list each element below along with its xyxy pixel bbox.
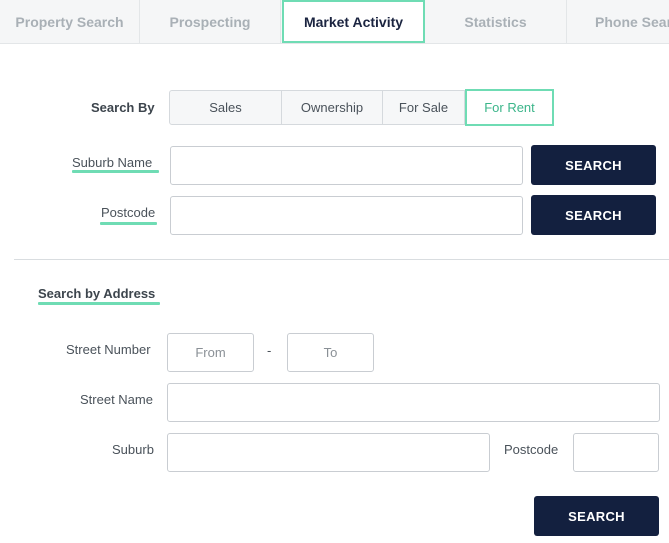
section-divider xyxy=(14,259,669,260)
address-postcode-input[interactable] xyxy=(573,433,659,472)
street-name-input[interactable] xyxy=(167,383,660,422)
suburb-name-label: Suburb Name xyxy=(72,155,153,170)
street-name-label: Street Name xyxy=(80,392,153,407)
segment-ownership[interactable]: Ownership xyxy=(282,91,383,124)
address-search-button[interactable]: SEARCH xyxy=(534,496,659,536)
address-heading-underline xyxy=(38,302,160,305)
postcode-underline xyxy=(100,222,157,225)
segment-for-sale[interactable]: For Sale xyxy=(383,91,465,124)
suburb-label: Suburb xyxy=(112,442,154,457)
address-section-heading: Search by Address xyxy=(38,286,156,301)
segment-sales[interactable]: Sales xyxy=(170,91,282,124)
segment-for-rent[interactable]: For Rent xyxy=(465,89,554,126)
search-by-label: Search By xyxy=(91,100,155,115)
tab-property-search[interactable]: Property Search xyxy=(0,0,140,44)
postcode-search-button[interactable]: SEARCH xyxy=(531,195,656,235)
tab-phone-search[interactable]: Phone Search xyxy=(567,0,669,44)
street-number-label: Street Number xyxy=(66,342,151,357)
tab-statistics[interactable]: Statistics xyxy=(425,0,567,44)
street-number-to-input[interactable] xyxy=(287,333,374,372)
address-postcode-label: Postcode xyxy=(504,442,559,457)
suburb-search-button[interactable]: SEARCH xyxy=(531,145,656,185)
street-number-from-input[interactable] xyxy=(167,333,254,372)
search-by-segmented-control: Sales Ownership For Sale For Rent xyxy=(169,89,554,126)
postcode-input[interactable] xyxy=(170,196,523,235)
suburb-input[interactable] xyxy=(167,433,490,472)
suburb-name-underline xyxy=(72,170,159,173)
tab-market-activity[interactable]: Market Activity xyxy=(282,0,425,43)
suburb-name-input[interactable] xyxy=(170,146,523,185)
tab-prospecting[interactable]: Prospecting xyxy=(140,0,281,44)
postcode-label: Postcode xyxy=(101,205,156,220)
range-separator: - xyxy=(267,343,272,358)
top-tab-bar: Property Search Prospecting Market Activ… xyxy=(0,0,669,44)
